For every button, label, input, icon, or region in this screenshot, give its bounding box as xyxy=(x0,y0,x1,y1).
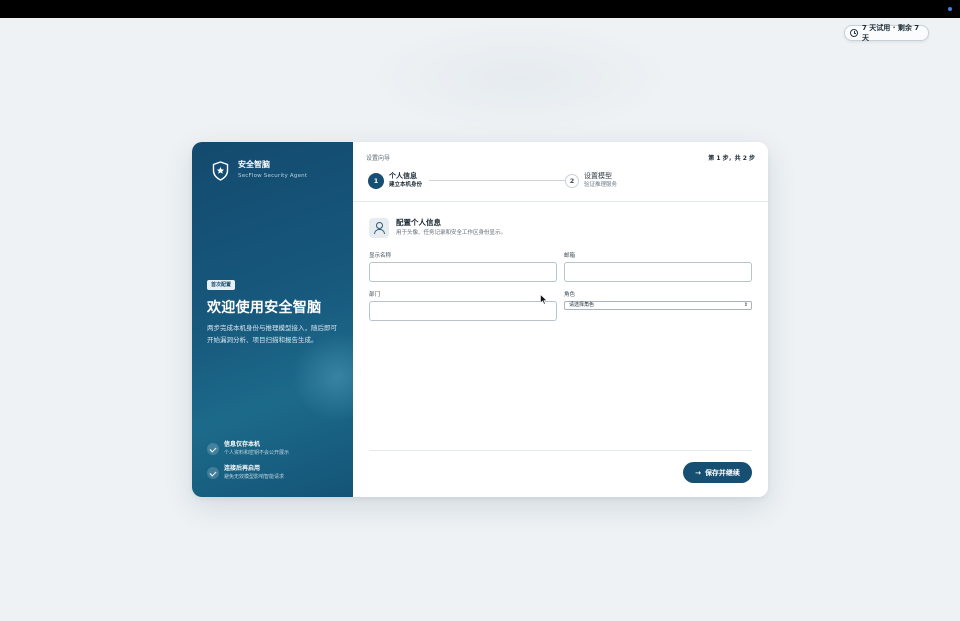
wizard-label: 设置向导 xyxy=(366,155,391,162)
feature-item: 连接后再启用 避免无效模型影响智能请求 xyxy=(207,465,289,481)
feature-desc: 个人资料和密钥不会公开展示 xyxy=(224,450,290,456)
step-model-setup[interactable]: 2 设置模型 验证推理服务 xyxy=(565,172,617,189)
role-select[interactable]: 请选择角色 ⇕ xyxy=(564,301,752,310)
step-connector xyxy=(429,180,565,181)
save-continue-button[interactable]: → 保存并继续 xyxy=(683,462,752,483)
feature-list: 信息仅存本机 个人资料和密钥不会公开展示 连接后再启用 避免无效模型影响智能请求 xyxy=(207,441,289,489)
feature-title: 信息仅存本机 xyxy=(224,441,261,448)
email-input[interactable] xyxy=(564,262,752,282)
section-header: 配置个人信息 用于头像、任务记录和安全工作区身份显示。 xyxy=(369,218,506,238)
wizard-header: 设置向导 第 1 步，共 2 步 1 个人信息 建立本机身份 2 设置模型 验证… xyxy=(353,142,768,202)
step-personal-info[interactable]: 1 个人信息 建立本机身份 xyxy=(368,172,422,189)
first-setup-tag: 首次配置 xyxy=(207,280,236,290)
mouse-cursor-icon xyxy=(540,294,548,305)
arrow-right-icon: → xyxy=(695,468,701,477)
welcome-title: 欢迎使用安全智脑 xyxy=(207,300,322,316)
feature-title: 连接后再启用 xyxy=(224,465,261,472)
check-icon xyxy=(207,443,219,455)
check-icon xyxy=(207,467,219,479)
background-glow xyxy=(360,18,680,138)
display-name-label: 显示名称 xyxy=(369,253,392,259)
user-icon xyxy=(369,218,389,238)
trial-badge[interactable]: 7 天试用 · 剩余 7 天 xyxy=(844,24,929,42)
step-subtitle: 验证推理服务 xyxy=(584,182,618,188)
role-selected-value: 请选择角色 xyxy=(569,302,595,308)
brand: 安全智脑 SecFlow Security Agent xyxy=(212,160,307,181)
form-panel: 设置向导 第 1 步，共 2 步 1 个人信息 建立本机身份 2 设置模型 验证… xyxy=(353,142,768,497)
step-count: 第 1 步，共 2 步 xyxy=(708,155,755,162)
department-input[interactable] xyxy=(369,301,557,321)
intro-panel: 安全智脑 SecFlow Security Agent 首次配置 欢迎使用安全智… xyxy=(192,142,382,497)
footer-divider xyxy=(369,450,752,451)
updown-chevron-icon: ⇕ xyxy=(743,302,748,308)
setup-card: 安全智脑 SecFlow Security Agent 首次配置 欢迎使用安全智… xyxy=(192,142,768,497)
step-subtitle: 建立本机身份 xyxy=(389,182,423,188)
top-bar xyxy=(0,0,960,18)
display-name-input[interactable] xyxy=(369,262,557,282)
clock-icon xyxy=(850,29,858,37)
email-label: 邮箱 xyxy=(564,253,576,259)
brand-subtitle: SecFlow Security Agent xyxy=(238,173,308,179)
status-dot-icon xyxy=(948,7,952,11)
shield-icon xyxy=(212,161,229,181)
section-title: 配置个人信息 xyxy=(396,218,441,227)
step-number: 2 xyxy=(565,173,579,188)
role-label: 角色 xyxy=(564,292,576,298)
section-description: 用于头像、任务记录和安全工作区身份显示。 xyxy=(396,230,507,236)
step-number: 1 xyxy=(368,172,384,189)
department-label: 部门 xyxy=(369,292,381,298)
feature-item: 信息仅存本机 个人资料和密钥不会公开展示 xyxy=(207,441,289,457)
feature-desc: 避免无效模型影响智能请求 xyxy=(224,474,285,480)
trial-badge-text: 7 天试用 · 剩余 7 天 xyxy=(862,24,920,42)
brand-name: 安全智脑 xyxy=(238,160,270,169)
step-title: 个人信息 xyxy=(389,172,417,180)
step-title: 设置模型 xyxy=(584,172,612,180)
welcome-description: 两步完成本机身份与推理模型接入，随后即可开始漏洞分析、项目扫描和报告生成。 xyxy=(207,324,337,344)
save-button-label: 保存并继续 xyxy=(704,468,740,477)
